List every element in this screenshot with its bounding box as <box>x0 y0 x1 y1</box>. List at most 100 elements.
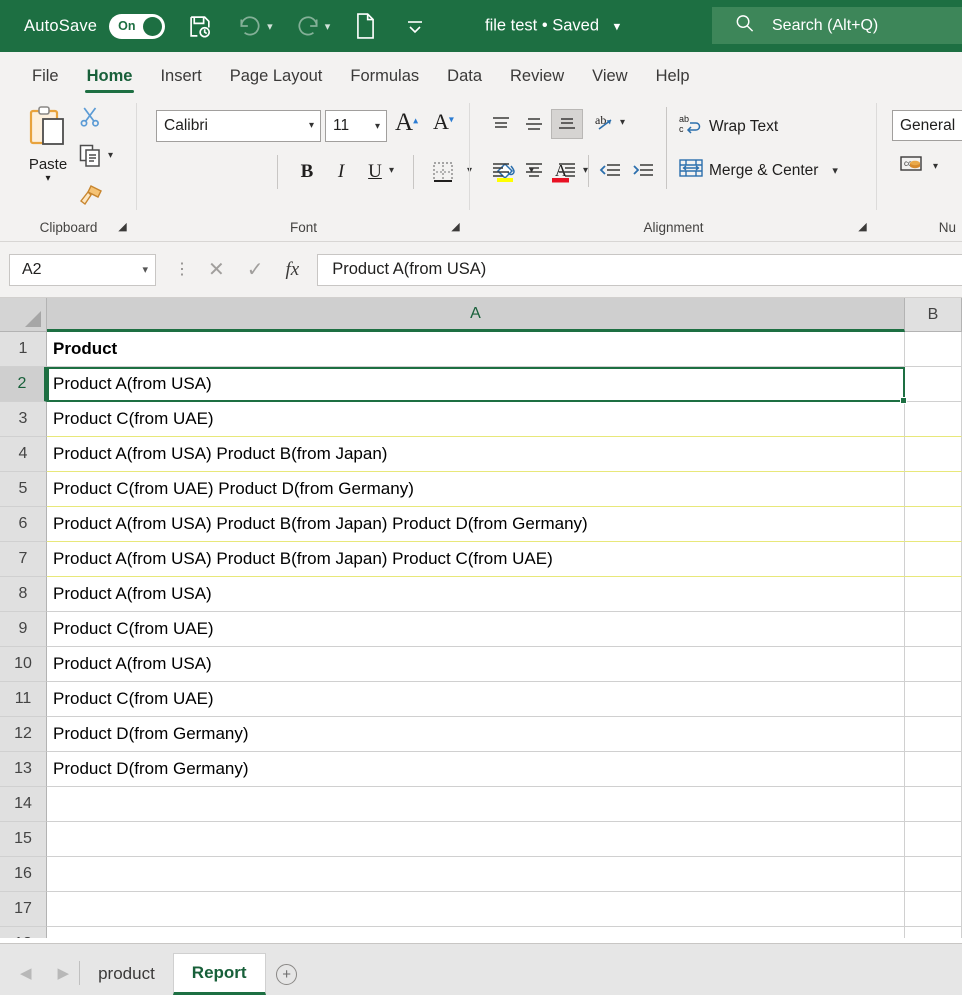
underline-chevron-down-icon[interactable]: ▾ <box>389 165 394 176</box>
name-box[interactable]: A2 ▾ <box>9 253 156 286</box>
cell-b11[interactable] <box>905 682 962 717</box>
new-document-icon[interactable] <box>350 11 380 41</box>
cell-b18[interactable] <box>905 927 962 938</box>
tab-data[interactable]: Data <box>433 67 496 95</box>
decrease-font-size-button[interactable]: A▾ <box>433 109 454 135</box>
customize-quick-access-icon[interactable] <box>400 11 430 41</box>
sheet-tab-report[interactable]: Report <box>172 953 266 995</box>
cell-b13[interactable] <box>905 752 962 787</box>
merge-center-button[interactable]: Merge & Center ▾ <box>678 157 838 184</box>
cell-b4[interactable] <box>905 437 962 472</box>
cancel-x-icon[interactable]: ✕ <box>208 257 225 282</box>
cell-a1[interactable]: Product <box>47 332 905 367</box>
align-top-button[interactable] <box>485 109 517 139</box>
cell-a14[interactable] <box>47 787 905 822</box>
row-header-11[interactable]: 11 <box>0 682 47 717</box>
cell-b10[interactable] <box>905 647 962 682</box>
row-header-3[interactable]: 3 <box>0 402 47 437</box>
wrap-text-button[interactable]: ab c Wrap Text <box>678 112 778 141</box>
search-box[interactable]: Search (Alt+Q) <box>712 7 962 44</box>
cell-a17[interactable] <box>47 892 905 927</box>
cell-a8[interactable]: Product A(from USA) <box>47 577 905 612</box>
merge-chevron-down-icon[interactable]: ▾ <box>832 164 838 177</box>
cell-b5[interactable] <box>905 472 962 507</box>
align-left-button[interactable] <box>485 155 517 185</box>
cell-a2[interactable]: Product A(from USA) <box>47 367 905 402</box>
prev-sheet-arrow-icon[interactable]: ◀ <box>20 964 32 982</box>
redo-icon[interactable] <box>293 11 323 41</box>
row-header-8[interactable]: 8 <box>0 577 47 612</box>
tab-home[interactable]: Home <box>73 67 147 95</box>
alignment-dialog-launcher-icon[interactable]: ◢ <box>856 221 869 234</box>
cut-scissors-icon[interactable] <box>78 105 102 134</box>
row-header-1[interactable]: 1 <box>0 332 47 367</box>
undo-icon[interactable] <box>235 11 265 41</box>
orientation-chevron-down-icon[interactable]: ▾ <box>620 117 625 128</box>
row-header-14[interactable]: 14 <box>0 787 47 822</box>
tab-review[interactable]: Review <box>496 67 578 95</box>
copy-chevron-down-icon[interactable]: ▾ <box>108 150 113 161</box>
align-middle-button[interactable] <box>518 109 550 139</box>
save-icon[interactable] <box>185 11 215 41</box>
cell-b6[interactable] <box>905 507 962 542</box>
underline-button[interactable]: U <box>361 157 389 187</box>
font-dialog-launcher-icon[interactable]: ◢ <box>449 221 462 234</box>
font-name-chevron-down-icon[interactable]: ▾ <box>309 111 314 141</box>
accounting-chevron-down-icon[interactable]: ▾ <box>933 161 938 172</box>
row-header-2[interactable]: 2 <box>0 367 47 402</box>
cell-a11[interactable]: Product C(from UAE) <box>47 682 905 717</box>
select-all-corner[interactable] <box>0 298 47 332</box>
decrease-indent-button[interactable] <box>594 155 626 185</box>
insert-function-icon[interactable]: fx <box>286 259 300 281</box>
formula-input[interactable]: Product A(from USA) <box>317 253 962 286</box>
name-box-chevron-down-icon[interactable]: ▾ <box>142 263 148 276</box>
row-header-17[interactable]: 17 <box>0 892 47 927</box>
cell-a9[interactable]: Product C(from UAE) <box>47 612 905 647</box>
sheet-tab-product[interactable]: product <box>80 953 173 995</box>
borders-button[interactable] <box>429 157 457 187</box>
row-header-12[interactable]: 12 <box>0 717 47 752</box>
cell-a13[interactable]: Product D(from Germany) <box>47 752 905 787</box>
row-header-6[interactable]: 6 <box>0 507 47 542</box>
autosave-toggle[interactable]: On <box>109 13 166 39</box>
document-title-button[interactable]: file test • Saved ▾ <box>485 17 620 36</box>
row-header-5[interactable]: 5 <box>0 472 47 507</box>
cell-b2[interactable] <box>905 367 962 402</box>
formula-bar-grip[interactable]: ⋮ <box>174 261 190 277</box>
cell-b9[interactable] <box>905 612 962 647</box>
confirm-check-icon[interactable]: ✓ <box>247 257 264 282</box>
next-sheet-arrow-icon[interactable]: ▶ <box>58 964 70 982</box>
increase-font-size-button[interactable]: A▴ <box>395 109 418 137</box>
bold-button[interactable]: B <box>293 157 321 187</box>
title-chevron-down-icon[interactable]: ▾ <box>614 19 621 34</box>
tab-file[interactable]: File <box>18 67 73 95</box>
cell-b8[interactable] <box>905 577 962 612</box>
redo-chevron-down-icon[interactable]: ▾ <box>325 20 331 33</box>
cell-a7[interactable]: Product A(from USA) Product B(from Japan… <box>47 542 905 577</box>
cell-b12[interactable] <box>905 717 962 752</box>
cell-a3[interactable]: Product C(from UAE) <box>47 402 905 437</box>
cell-b17[interactable] <box>905 892 962 927</box>
row-header-15[interactable]: 15 <box>0 822 47 857</box>
tab-insert[interactable]: Insert <box>146 67 215 95</box>
font-name-select[interactable]: Calibri ▾ <box>156 110 321 142</box>
cell-a6[interactable]: Product A(from USA) Product B(from Japan… <box>47 507 905 542</box>
cell-a4[interactable]: Product A(from USA) Product B(from Japan… <box>47 437 905 472</box>
accounting-format-button[interactable]: co <box>900 153 926 182</box>
font-size-chevron-down-icon[interactable]: ▾ <box>375 121 380 132</box>
row-header-9[interactable]: 9 <box>0 612 47 647</box>
align-bottom-button[interactable] <box>551 109 583 139</box>
cell-a18[interactable] <box>47 927 905 938</box>
align-center-button[interactable] <box>518 155 550 185</box>
cell-a12[interactable]: Product D(from Germany) <box>47 717 905 752</box>
text-orientation-button[interactable]: ab <box>590 109 622 139</box>
increase-indent-button[interactable] <box>627 155 659 185</box>
cell-b16[interactable] <box>905 857 962 892</box>
cell-b1[interactable] <box>905 332 962 367</box>
column-header-a[interactable]: A <box>47 298 905 332</box>
row-header-7[interactable]: 7 <box>0 542 47 577</box>
row-header-10[interactable]: 10 <box>0 647 47 682</box>
cell-b15[interactable] <box>905 822 962 857</box>
cell-a16[interactable] <box>47 857 905 892</box>
tab-formulas[interactable]: Formulas <box>336 67 433 95</box>
